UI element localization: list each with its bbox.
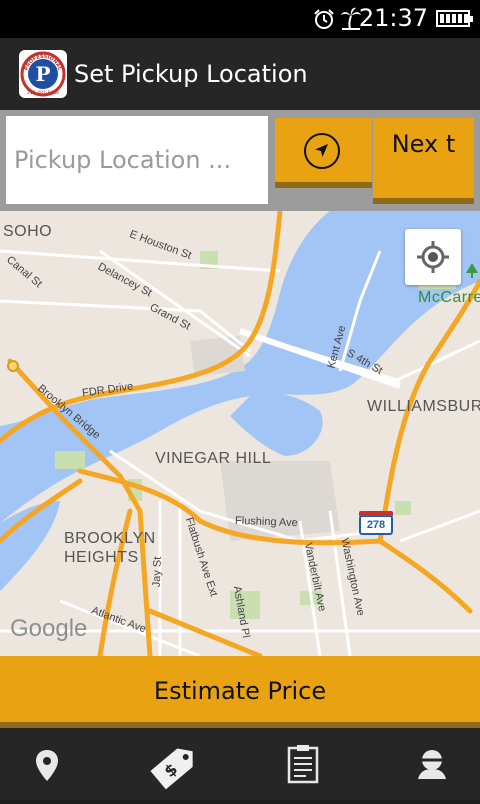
svg-text:P: P	[35, 62, 50, 86]
price-tag-icon: $	[150, 748, 193, 790]
google-attribution: Google	[10, 615, 88, 642]
page-title: Set Pickup Location	[74, 60, 308, 88]
map-label-mccarren: McCarre	[418, 289, 480, 306]
next-button[interactable]: Nex t	[373, 118, 474, 204]
map-label-vinegar-hill: VINEGAR HILL	[155, 450, 272, 467]
navigation-arrow-icon	[304, 133, 340, 169]
crosshair-icon	[417, 241, 449, 273]
status-bar: 21:37	[0, 0, 480, 38]
map-label-soho: SOHO	[3, 223, 53, 240]
map-pin-icon	[36, 750, 58, 781]
next-button-label: Nex t	[391, 130, 456, 158]
app-logo: P PROFESSIONAL 212-482-8888	[19, 50, 67, 98]
map-label-brooklyn-heights: BROOKLYN HEIGHTS	[64, 530, 156, 566]
map-view[interactable]: SOHO VINEGAR HILL BROOKLYN HEIGHTS WILLI…	[0, 211, 480, 656]
svg-text:212-482-8888: 212-482-8888	[27, 90, 59, 96]
pickup-location-input[interactable]	[6, 116, 268, 204]
app-bar: P PROFESSIONAL 212-482-8888 Set Pickup L…	[0, 38, 480, 110]
clock: 21:37	[358, 4, 428, 32]
battery-icon	[436, 10, 473, 27]
nav-price[interactable]: $	[120, 728, 240, 800]
clipboard-icon	[287, 745, 319, 784]
my-location-button[interactable]	[405, 229, 461, 285]
nav-location[interactable]	[0, 728, 120, 800]
search-row: Nex t	[0, 110, 480, 211]
bottom-nav: $	[0, 728, 480, 800]
street-label: Jay St	[150, 556, 164, 588]
street-label: Flushing Ave	[234, 514, 298, 530]
highway-shield: 278	[359, 511, 393, 535]
user-icon	[418, 750, 446, 779]
current-location-button[interactable]	[275, 118, 372, 188]
tree-icon	[466, 263, 478, 278]
estimate-price-label: Estimate Price	[153, 677, 327, 705]
map-marker-icon	[7, 360, 19, 372]
alarm-icon	[314, 9, 334, 29]
estimate-price-button[interactable]: Estimate Price	[0, 656, 480, 728]
nav-history[interactable]	[240, 728, 360, 800]
map-label-williamsburg: WILLIAMSBURG	[367, 398, 480, 415]
nav-profile[interactable]	[360, 728, 480, 800]
